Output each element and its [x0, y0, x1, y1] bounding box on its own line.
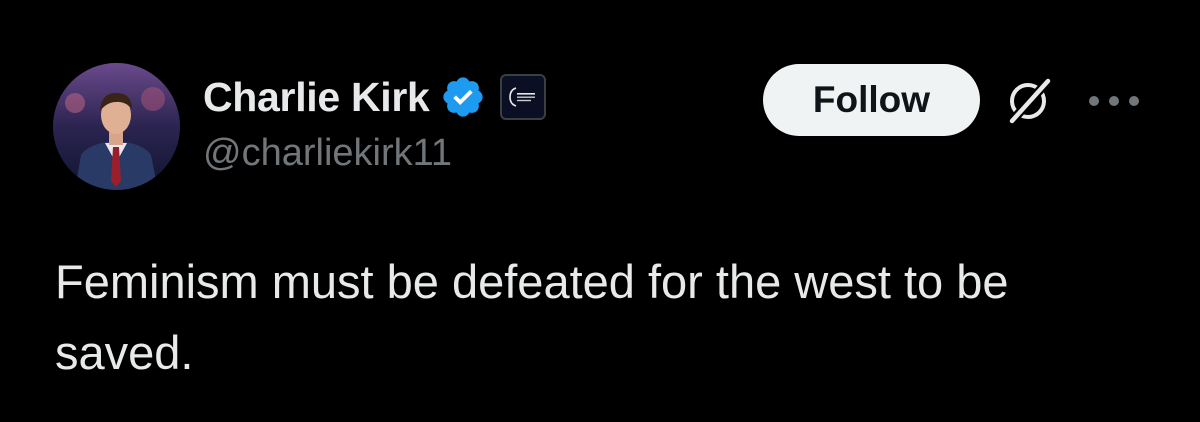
author-display-name[interactable]: Charlie Kirk	[203, 74, 430, 121]
profile-photo-icon	[53, 63, 180, 190]
tweet-card: Charlie Kirk @charliekirk11 Follow Femin…	[0, 0, 1200, 422]
follow-button[interactable]: Follow	[763, 64, 980, 136]
affiliate-badge-icon[interactable]	[499, 74, 546, 120]
verified-badge-icon[interactable]	[440, 74, 486, 120]
avatar[interactable]	[53, 63, 180, 190]
author-name-row: Charlie Kirk	[203, 68, 546, 126]
author-handle[interactable]: @charliekirk11	[203, 132, 452, 175]
tweet-text: Feminism must be defeated for the west t…	[55, 255, 1009, 379]
grok-icon[interactable]	[1003, 74, 1055, 127]
more-dots-icon[interactable]	[1085, 92, 1143, 110]
